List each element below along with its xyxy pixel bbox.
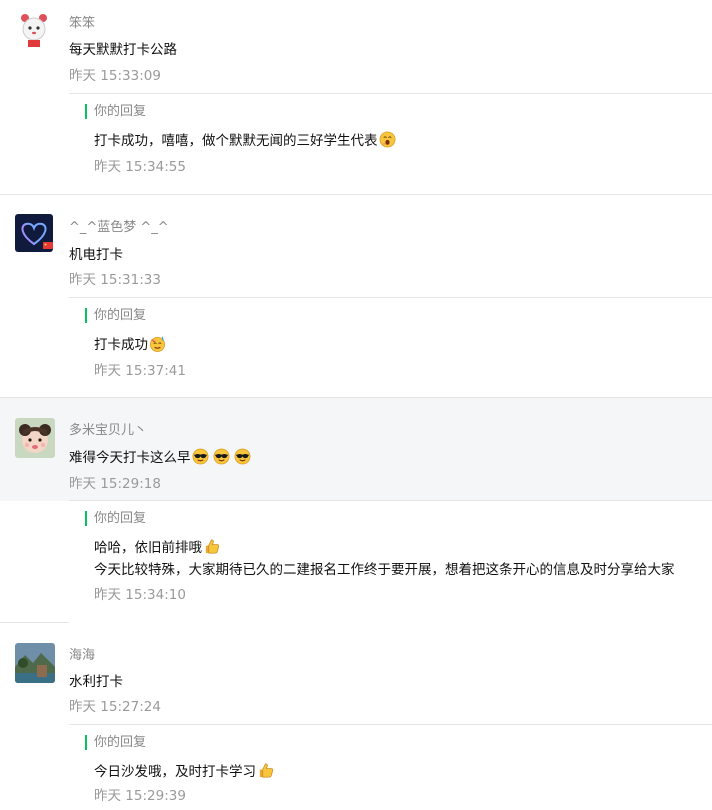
comment-content: 难得今天打卡这么早 — [69, 446, 251, 466]
reply-label: 你的回复 — [85, 104, 146, 119]
comment-item: 多米宝贝儿丶 难得今天打卡这么早 昨天 15:29:18 你的回复 哈哈，依旧前… — [0, 398, 712, 623]
comment-time: 昨天 15:33:09 — [69, 68, 161, 84]
comment-time: 昨天 15:29:18 — [69, 476, 161, 492]
reply-text: 今天比较特殊，大家期待已久的二建报名工作终于要开展，想着把这条开心的信息及时分享… — [94, 562, 675, 578]
reply-text: 哈哈，依旧前排哦 — [94, 540, 202, 556]
blue-heart-avatar[interactable] — [15, 214, 53, 252]
commenter-name: 海海 — [69, 648, 96, 663]
reply-text: 打卡成功，嘻嘻，做个默默无闻的三好学生代表 — [94, 133, 378, 149]
comment-content: 机电打卡 — [69, 247, 123, 263]
sunglasses-emoji — [234, 448, 250, 465]
commenter-name: ^_^蓝色梦 ^_^ — [69, 220, 169, 235]
comment-content: 水利打卡 — [69, 674, 123, 690]
reply-text: 今日沙发哦，及时打卡学习 — [94, 764, 256, 780]
comment-main: 海海 水利打卡 昨天 15:27:24 — [0, 623, 712, 725]
comment-text: 难得今天打卡这么早 — [69, 450, 191, 466]
yawn-emoji — [379, 131, 395, 148]
comment-main: ^_^蓝色梦 ^_^ 机电打卡 昨天 15:31:33 — [0, 195, 712, 298]
cartoon-girl-avatar[interactable] — [15, 10, 53, 48]
reply-time: 昨天 15:29:39 — [94, 788, 186, 804]
reply-time: 昨天 15:34:10 — [94, 587, 186, 603]
reply-block: 你的回复 今日沙发哦，及时打卡学习 昨天 15:29:39 — [69, 724, 712, 810]
baby-avatar[interactable] — [15, 418, 55, 458]
comment-content: 每天默默打卡公路 — [69, 42, 177, 58]
reply-block: 你的回复 打卡成功 昨天 15:37:41 — [69, 297, 712, 398]
reply-content: 打卡成功，嘻嘻，做个默默无闻的三好学生代表 — [94, 129, 396, 149]
comment-time: 昨天 15:27:24 — [69, 699, 161, 715]
reply-block: 你的回复 打卡成功，嘻嘻，做个默默无闻的三好学生代表 昨天 15:34:55 — [69, 93, 712, 195]
party-emoji — [150, 336, 165, 352]
comment-item: 海海 水利打卡 昨天 15:27:24 你的回复 今日沙发哦，及时打卡学习 昨天… — [0, 623, 712, 809]
comment-main: 多米宝贝儿丶 难得今天打卡这么早 昨天 15:29:18 — [0, 398, 712, 501]
reply-content: 今日沙发哦，及时打卡学习 — [94, 760, 274, 780]
reply-text: 打卡成功 — [94, 337, 148, 353]
comment-item: ^_^蓝色梦 ^_^ 机电打卡 昨天 15:31:33 你的回复 打卡成功 昨天… — [0, 195, 712, 398]
commenter-name: 笨笨 — [69, 16, 96, 31]
sunglasses-emoji — [192, 448, 208, 465]
reply-block: 你的回复 哈哈，依旧前排哦 今天比较特殊，大家期待已久的二建报名工作终于要开展，… — [69, 500, 712, 623]
reply-label: 你的回复 — [85, 308, 146, 323]
comment-main: 笨笨 每天默默打卡公路 昨天 15:33:09 — [0, 0, 712, 94]
reply-content: 打卡成功 — [94, 333, 166, 353]
sunglasses-emoji — [213, 448, 229, 465]
landscape-avatar[interactable] — [15, 643, 55, 683]
thumbs-up-emoji — [205, 539, 220, 554]
comment-item: 笨笨 每天默默打卡公路 昨天 15:33:09 你的回复 打卡成功，嘻嘻，做个默… — [0, 0, 712, 195]
reply-time: 昨天 15:37:41 — [94, 363, 186, 379]
commenter-name: 多米宝贝儿丶 — [69, 423, 148, 438]
reply-time: 昨天 15:34:55 — [94, 159, 186, 175]
reply-content: 哈哈，依旧前排哦 — [94, 536, 220, 556]
comment-time: 昨天 15:31:33 — [69, 272, 161, 288]
reply-label: 你的回复 — [85, 511, 146, 526]
thumbs-up-emoji — [259, 763, 274, 778]
reply-label: 你的回复 — [85, 735, 146, 750]
